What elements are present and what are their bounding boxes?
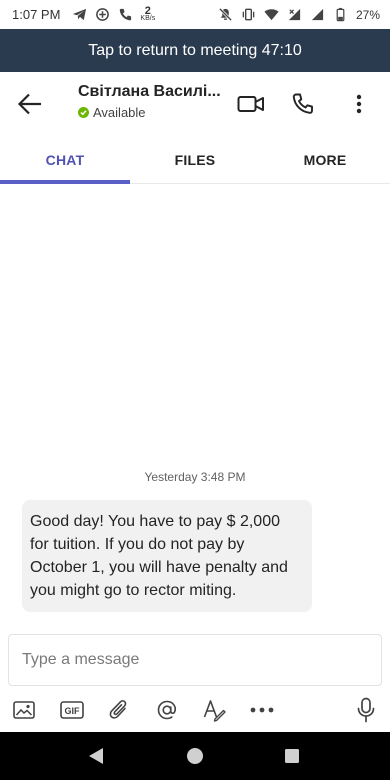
- back-button[interactable]: [14, 88, 46, 120]
- tab-files[interactable]: FILES: [130, 136, 260, 183]
- presence-status: Available: [78, 105, 228, 120]
- more-dots-icon: [250, 707, 274, 713]
- tab-chat[interactable]: CHAT: [0, 136, 130, 183]
- vibrate-icon: [241, 7, 257, 23]
- android-navigation-bar: [0, 732, 390, 780]
- home-circle-icon: [187, 748, 203, 764]
- compose-toolbar: GIF: [0, 690, 390, 730]
- attach-button[interactable]: [105, 696, 133, 724]
- contact-name: Світлана Василі...: [78, 83, 221, 100]
- network-speed: 2 KB/s: [140, 4, 156, 23]
- gif-button[interactable]: GIF: [58, 696, 86, 724]
- status-right: 27%: [218, 7, 380, 23]
- back-triangle-icon: [89, 748, 103, 764]
- mention-icon: [157, 700, 176, 720]
- nav-recents-button[interactable]: [280, 744, 304, 768]
- gif-icon: GIF: [60, 701, 84, 719]
- voice-message-button[interactable]: [352, 696, 380, 724]
- message-timestamp: Yesterday 3:48 PM: [144, 470, 246, 484]
- audio-call-button[interactable]: [288, 89, 318, 119]
- signal-icon: [310, 7, 326, 23]
- video-camera-icon: [237, 96, 264, 112]
- network-speed-unit: KB/s: [140, 14, 156, 22]
- active-tab-indicator: [0, 180, 130, 184]
- return-to-meeting-banner[interactable]: Tap to return to meeting 47:10: [0, 29, 390, 72]
- format-icon: [203, 700, 226, 722]
- contact-info[interactable]: Світлана Василі... Available: [78, 83, 228, 120]
- signal-x-icon: [287, 7, 303, 23]
- status-left: 1:07 PM 2 KB/s: [12, 4, 156, 23]
- arrow-left-icon: [17, 93, 41, 115]
- status-bar: 1:07 PM 2 KB/s 27%: [0, 0, 390, 29]
- recents-square-icon: [285, 749, 299, 763]
- tab-more[interactable]: MORE: [260, 136, 390, 183]
- more-options-button[interactable]: [346, 89, 372, 119]
- nav-back-button[interactable]: [84, 744, 108, 768]
- available-check-icon: [78, 107, 89, 118]
- attach-icon: [109, 700, 127, 719]
- more-actions-button[interactable]: [248, 696, 276, 724]
- presence-label: Available: [93, 105, 146, 120]
- data-saver-icon: [94, 7, 110, 23]
- format-button[interactable]: [200, 696, 228, 724]
- microphone-icon: [357, 697, 375, 723]
- network-speed-value: 2: [144, 4, 151, 17]
- phone-call-status-icon: [117, 7, 133, 23]
- message-input[interactable]: [22, 651, 381, 669]
- phone-icon: [292, 93, 313, 114]
- image-button[interactable]: [10, 696, 38, 724]
- mute-icon: [218, 7, 234, 23]
- wifi-icon: [264, 7, 280, 23]
- telegram-icon: [71, 7, 87, 23]
- image-icon: [13, 701, 35, 719]
- video-call-button[interactable]: [236, 89, 266, 119]
- chat-tabs: CHAT FILES MORE: [0, 136, 390, 184]
- gif-label: GIF: [65, 706, 81, 716]
- battery-percent: 27%: [355, 7, 380, 22]
- compose-box[interactable]: [8, 634, 382, 686]
- chat-header: Світлана Василі... Available: [0, 72, 390, 136]
- mention-button[interactable]: [153, 696, 181, 724]
- message-bubble[interactable]: Good day! You have to pay $ 2,000 for tu…: [22, 500, 312, 612]
- battery-icon: [333, 7, 349, 23]
- more-vertical-icon: [356, 94, 362, 114]
- nav-home-button[interactable]: [183, 744, 207, 768]
- status-time: 1:07 PM: [12, 7, 61, 22]
